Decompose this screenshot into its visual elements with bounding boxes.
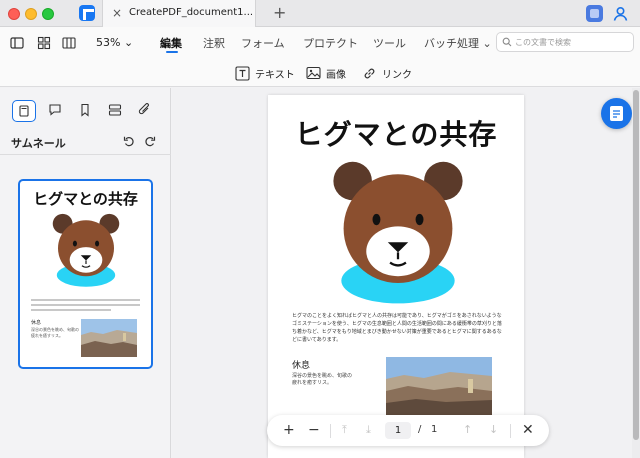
image-tool-icon: [306, 66, 321, 80]
menu-annotate[interactable]: 注釈: [203, 35, 225, 51]
close-window-button[interactable]: [8, 8, 20, 20]
app-logo-icon: [79, 5, 95, 21]
scrollbar-thumb[interactable]: [633, 90, 639, 440]
page-thumbnail[interactable]: ヒグマとの共存 休息 深谷の景色を眺め、旬歌の疲れを癒すリス。: [18, 179, 153, 369]
tab-fields[interactable]: [104, 100, 128, 122]
sidebar-toggle-icon[interactable]: [10, 36, 24, 50]
bookmark-icon: [81, 103, 89, 117]
menu-edit[interactable]: 編集: [160, 35, 182, 51]
document-body-text[interactable]: ヒグマのことをよく知ればヒグマと人の共存は可能であり、ヒグマがゴミをあされないよ…: [292, 312, 502, 344]
thumbnail-title: ヒグマとの共存: [33, 190, 138, 208]
account-icon[interactable]: [612, 5, 629, 22]
menu-protect[interactable]: プロテクト: [303, 35, 358, 51]
title-bar: × CreatePDF_document1... +: [0, 0, 640, 27]
page-layout-icon[interactable]: [62, 36, 76, 50]
thumbnail-sidebar: サムネール ヒグマとの共存 休息 深谷の景色を眺め、旬歌の疲れを癒すリス。: [0, 88, 171, 458]
document-section-text[interactable]: 深谷の景色を眺め、旬歌の疲れを癒すリス。: [292, 373, 356, 387]
ai-assistant-icon: [610, 106, 623, 121]
thumbnail-canyon-photo: [81, 319, 137, 357]
add-link-label: リンク: [382, 69, 412, 81]
search-box[interactable]: [496, 32, 634, 52]
thumbnail-icon: [19, 105, 29, 117]
rotate-right-icon[interactable]: [144, 135, 157, 148]
menu-batch[interactable]: バッチ処理 ⌄: [424, 35, 492, 51]
bear-illustration[interactable]: [330, 158, 466, 306]
thumbnail-bear-illustration: [52, 213, 120, 287]
nav-separator: [510, 424, 511, 438]
tab-close-icon[interactable]: ×: [112, 6, 122, 20]
sidebar-tabs: [0, 88, 171, 132]
thumbnail-text-line: [31, 299, 140, 301]
document-tab[interactable]: × CreatePDF_document1...: [102, 0, 256, 27]
tab-attachments[interactable]: [134, 100, 158, 122]
tab-title: CreatePDF_document1...: [129, 7, 254, 18]
active-menu-indicator: [166, 51, 178, 53]
document-title[interactable]: ヒグマとの共存: [268, 113, 524, 153]
edit-subtoolbar: テキスト 画像 リンク: [0, 59, 640, 87]
vertical-scrollbar[interactable]: [632, 88, 640, 458]
document-canvas: ヒグマとの共存 ヒグマのことをよく知ればヒグマと人の共存は可能であり、ヒグマがゴ…: [172, 88, 640, 458]
link-tool-icon: [364, 68, 375, 78]
add-text-label: テキスト: [255, 69, 295, 81]
nav-separator: [330, 424, 331, 438]
comment-icon: [49, 104, 61, 116]
zoom-in-button[interactable]: +: [283, 422, 295, 438]
total-pages: 1: [431, 424, 438, 435]
paperclip-icon: [138, 103, 149, 115]
menu-tools[interactable]: ツール: [373, 35, 406, 51]
zoom-window-button[interactable]: [42, 8, 54, 20]
thumbnail-section-text: 深谷の景色を眺め、旬歌の疲れを癒すリス。: [31, 327, 79, 338]
first-page-icon[interactable]: ⤒: [342, 422, 347, 438]
add-image-label: 画像: [326, 69, 346, 81]
canyon-photo[interactable]: [386, 357, 492, 415]
sidebar-title: サムネール: [11, 137, 66, 150]
search-icon: [502, 37, 512, 47]
close-nav-button[interactable]: ✕: [522, 422, 534, 438]
page-separator: /: [418, 424, 422, 435]
current-page-input[interactable]: 1: [385, 422, 411, 439]
document-section-heading[interactable]: 休息: [292, 358, 310, 371]
next-page-icon[interactable]: ↓: [489, 422, 498, 438]
add-image-button[interactable]: 画像: [306, 64, 346, 82]
last-page-icon[interactable]: ⤓: [366, 422, 371, 438]
tab-bookmarks[interactable]: [74, 100, 98, 122]
add-text-button[interactable]: テキスト: [235, 64, 295, 82]
add-link-button[interactable]: リンク: [362, 64, 412, 82]
zoom-out-button[interactable]: −: [308, 422, 320, 438]
menu-form[interactable]: フォーム: [241, 35, 285, 51]
page-navigation-bar: + − ⤒ ⤓ 1 / 1 ↑ ↓ ✕: [267, 415, 549, 446]
tab-comments[interactable]: [44, 100, 68, 122]
thumbnail-text-line: [31, 304, 140, 306]
sidebar-divider: [0, 154, 171, 155]
text-tool-icon: [235, 65, 250, 81]
search-input[interactable]: [515, 36, 629, 49]
previous-page-icon[interactable]: ↑: [463, 422, 472, 438]
app-switch-icon[interactable]: [586, 5, 603, 22]
thumbnail-text-line: [31, 309, 111, 311]
ai-assistant-button[interactable]: [601, 98, 632, 129]
grid-view-icon[interactable]: [37, 36, 51, 50]
zoom-level-dropdown[interactable]: 53% ⌄: [96, 36, 133, 49]
thumbnail-section-heading: 休息: [31, 320, 42, 326]
minimize-window-button[interactable]: [25, 8, 37, 20]
tab-thumbnails[interactable]: [12, 100, 36, 122]
pdf-page[interactable]: ヒグマとの共存 ヒグマのことをよく知ればヒグマと人の共存は可能であり、ヒグマがゴ…: [268, 95, 524, 458]
new-tab-button[interactable]: +: [273, 3, 286, 22]
form-field-icon: [108, 104, 122, 116]
rotate-left-icon[interactable]: [122, 135, 135, 148]
